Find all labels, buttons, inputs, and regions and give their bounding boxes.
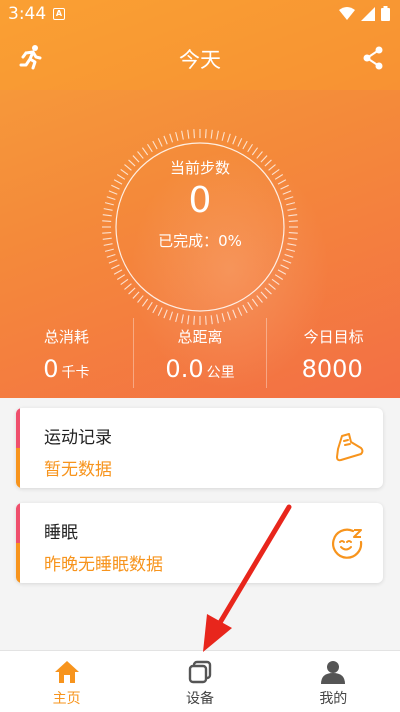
sneaker-icon xyxy=(336,433,364,462)
dial-tick xyxy=(210,129,213,139)
card-accent-bar xyxy=(16,408,20,448)
card-accent-bar xyxy=(16,543,20,583)
status-indicators xyxy=(339,6,390,21)
dial-tick xyxy=(152,140,158,150)
stat-label: 今日目标 xyxy=(303,328,364,346)
person-icon xyxy=(321,661,346,684)
dial-tick xyxy=(147,301,153,311)
device-icon xyxy=(188,660,212,684)
dial-tick xyxy=(128,287,136,295)
card-accent-bar xyxy=(16,503,20,543)
app-notification-icon: A xyxy=(53,8,65,20)
card-title: 睡眠 xyxy=(44,523,78,543)
dial-tick xyxy=(251,147,259,156)
dial-tick xyxy=(247,143,253,153)
stat-label: 总消耗 xyxy=(43,328,89,346)
dial-tick xyxy=(181,130,184,140)
stat-value: 0 xyxy=(43,355,59,383)
status-time: 3:44 xyxy=(8,4,47,24)
nav-label: 我的 xyxy=(319,691,348,707)
status-bar: 3:44 A xyxy=(0,0,400,28)
stat-distance: 总距离 0.0 公里 xyxy=(132,318,267,388)
dial-tick xyxy=(141,298,149,307)
dial-tick xyxy=(260,291,268,299)
stat-calories: 总消耗 0 千卡 xyxy=(0,318,133,388)
dial-tick xyxy=(175,131,179,141)
dial-tick xyxy=(277,269,287,275)
dial-tick xyxy=(108,259,118,264)
completion-text: 已完成：0% xyxy=(158,232,242,250)
dial-tick xyxy=(187,129,190,139)
dial-tick xyxy=(232,135,237,145)
stat-unit: 公里 xyxy=(206,365,235,381)
stat-goal[interactable]: 今日目标 8000 xyxy=(266,318,400,388)
sleep-face-icon xyxy=(332,528,363,559)
battery-icon xyxy=(381,6,390,21)
card-title: 运动记录 xyxy=(44,428,112,448)
dial-tick xyxy=(120,278,129,286)
home-icon xyxy=(54,661,79,683)
bottom-nav: 主页 设备 我的 xyxy=(0,650,400,712)
nav-label: 设备 xyxy=(185,691,214,707)
card-subtitle: 暂无数据 xyxy=(44,460,112,480)
dial-tick xyxy=(221,131,225,141)
card-subtitle: 昨晚无睡眠数据 xyxy=(44,555,163,575)
dial-tick xyxy=(284,253,294,258)
stat-unit: 千卡 xyxy=(61,365,90,381)
stat-label: 总距离 xyxy=(177,328,223,346)
dial-tick xyxy=(264,287,272,295)
card-exercise-record[interactable]: 运动记录 暂无数据 xyxy=(16,408,383,488)
current-steps-label: 当前步数 xyxy=(169,159,230,177)
stat-value: 8000 xyxy=(301,355,363,383)
share-icon[interactable] xyxy=(362,46,384,70)
dial-tick xyxy=(111,264,120,270)
dial-tick xyxy=(242,304,248,314)
dial-tick xyxy=(132,291,140,299)
dial-tick xyxy=(216,130,219,140)
dial-tick xyxy=(169,133,174,143)
dial-tick xyxy=(163,309,168,319)
dial-tick xyxy=(157,138,163,147)
dial-tick xyxy=(137,295,144,303)
wifi-icon xyxy=(339,6,355,20)
dial-tick xyxy=(282,259,292,264)
dial-tick xyxy=(147,143,153,153)
current-steps-value: 0 xyxy=(188,180,212,221)
nav-mine[interactable]: 我的 xyxy=(267,651,400,712)
dial-tick xyxy=(205,129,207,139)
dial-tick xyxy=(232,309,237,319)
dial-tick xyxy=(268,283,276,290)
dial-tick xyxy=(163,135,168,145)
dial-tick xyxy=(141,147,149,156)
dial-tick xyxy=(116,274,126,280)
stat-value: 0.0 xyxy=(165,355,204,383)
dial-tick xyxy=(256,295,263,303)
dial-tick xyxy=(152,304,158,314)
dial-tick xyxy=(124,283,132,290)
dial-tick xyxy=(237,307,243,316)
nav-device[interactable]: 设备 xyxy=(133,651,266,712)
nav-label: 主页 xyxy=(52,691,81,707)
dial-tick xyxy=(251,298,259,307)
stats-row: 总消耗 0 千卡 总距离 0.0 公里 今日目标 8000 xyxy=(0,318,400,388)
dial-tick xyxy=(280,264,289,270)
nav-home[interactable]: 主页 xyxy=(0,651,133,712)
dial-tick xyxy=(242,140,248,150)
card-sleep[interactable]: 睡眠 昨晚无睡眠数据 xyxy=(16,503,383,583)
dial-tick xyxy=(237,138,243,147)
page-title: 今天 xyxy=(179,48,221,72)
dial-tick xyxy=(247,301,253,311)
dial-tick xyxy=(226,133,231,143)
dial-tick xyxy=(106,253,116,258)
dial-tick xyxy=(274,274,284,280)
dial-tick xyxy=(113,269,123,275)
signal-icon xyxy=(361,6,375,21)
card-accent-bar xyxy=(16,448,20,488)
dial-tick xyxy=(157,307,163,316)
dial-tick xyxy=(193,129,195,139)
dial-tick xyxy=(271,278,280,286)
